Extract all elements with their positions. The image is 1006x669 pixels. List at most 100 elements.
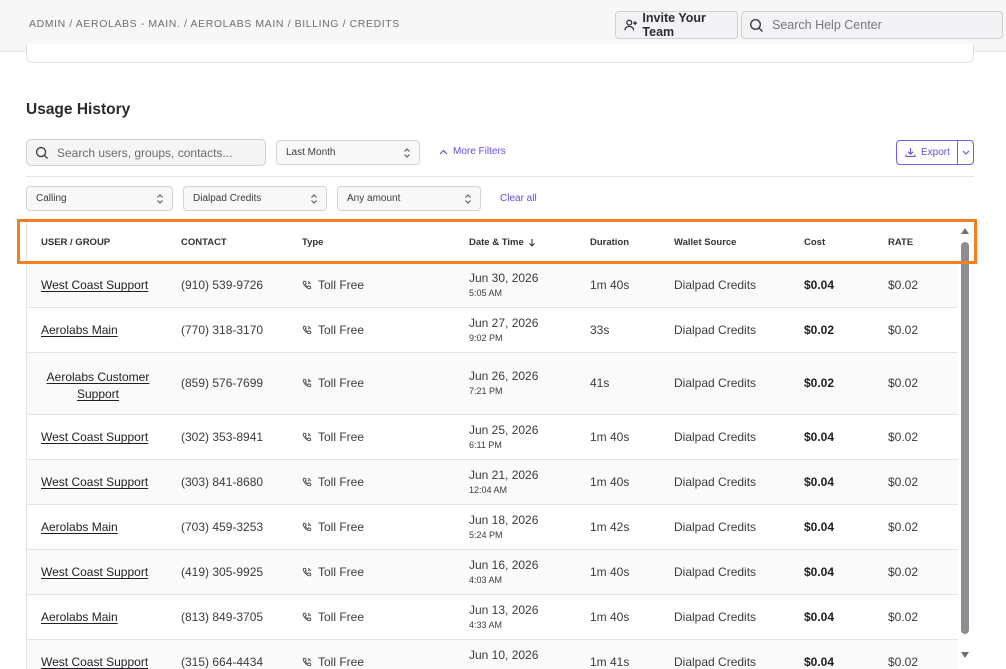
table-row[interactable]: West Coast Support (910) 539-9726 Toll Fre… — [27, 263, 958, 308]
scroll-down-arrow-icon[interactable] — [961, 652, 969, 658]
wallet-source: Dialpad Credits — [674, 323, 757, 337]
call-duration: 1m 40s — [590, 475, 630, 489]
call-cost: $0.04 — [804, 520, 835, 534]
filters-divider — [26, 176, 974, 177]
call-cost: $0.04 — [804, 565, 835, 579]
table-row[interactable]: West Coast Support (419) 305-9925 Toll Fre… — [27, 550, 958, 595]
column-header-wallet[interactable]: Wallet Source — [674, 237, 736, 248]
call-type: Toll Free — [302, 323, 364, 337]
user-group-link[interactable]: West Coast Support — [41, 475, 148, 489]
category-select[interactable]: Calling — [26, 186, 173, 211]
table-row[interactable]: West Coast Support (315) 664-4434 Toll Fre… — [27, 640, 958, 669]
phone-icon — [302, 432, 312, 442]
column-header-cost[interactable]: Cost — [804, 237, 825, 248]
breadcrumb[interactable]: ADMIN / AEROLABS - MAIN. / AEROLABS MAIN… — [29, 18, 400, 30]
phone-icon — [302, 280, 312, 290]
wallet-source: Dialpad Credits — [674, 376, 757, 390]
contact-number: (302) 353-8941 — [181, 430, 264, 444]
call-type: Toll Free — [302, 610, 364, 624]
period-select[interactable]: Last Month — [276, 140, 420, 165]
export-main-button[interactable]: Export — [897, 141, 958, 164]
column-header-contact[interactable]: CONTACT — [181, 237, 227, 248]
chevron-up-icon — [439, 149, 448, 154]
call-rate: $0.02 — [888, 520, 919, 534]
category-select-value: Calling — [36, 193, 67, 204]
table-row[interactable]: Aerolabs Main (770) 318-3170 Toll Free Jun … — [27, 308, 958, 353]
wallet-select-value: Dialpad Credits — [193, 193, 262, 204]
call-type: Toll Free — [302, 565, 364, 579]
call-rate: $0.02 — [888, 655, 919, 669]
call-date: Jun 16, 2026 — [469, 558, 539, 572]
user-group-link[interactable]: West Coast Support — [41, 565, 148, 579]
usage-table: USER / GROUP CONTACT Type Date & Time Du… — [26, 222, 958, 669]
contact-number: (859) 576-7699 — [181, 376, 264, 390]
invite-team-label: Invite Your Team — [642, 11, 706, 39]
user-group-link[interactable]: West Coast Support — [41, 655, 148, 669]
user-group-link[interactable]: West Coast Support — [41, 430, 148, 444]
call-date: Jun 10, 2026 — [469, 648, 539, 662]
call-duration: 33s — [590, 323, 610, 337]
user-group-link[interactable]: Aerolabs Main — [41, 323, 118, 337]
usage-search-placeholder: Search users, groups, contacts... — [57, 145, 233, 160]
scroll-thumb[interactable] — [961, 242, 969, 634]
export-button[interactable]: Export — [896, 140, 974, 165]
call-type: Toll Free — [302, 475, 364, 489]
call-date: Jun 30, 2026 — [469, 271, 539, 285]
column-header-duration[interactable]: Duration — [590, 237, 629, 248]
help-search-input[interactable]: Search Help Center — [741, 11, 1003, 39]
wallet-select[interactable]: Dialpad Credits — [183, 186, 327, 211]
call-rate: $0.02 — [888, 430, 919, 444]
more-filters-link[interactable]: More Filters — [439, 146, 506, 157]
call-type: Toll Free — [302, 655, 364, 669]
column-header-user[interactable]: USER / GROUP — [41, 237, 110, 248]
export-label: Export — [921, 147, 950, 158]
scroll-up-arrow-icon[interactable] — [961, 228, 969, 234]
invite-team-button[interactable]: Invite Your Team — [615, 11, 738, 39]
call-date: Jun 13, 2026 — [469, 603, 539, 617]
export-dropdown-toggle[interactable] — [958, 150, 973, 155]
user-group-link[interactable]: Aerolabs Customer Support — [43, 369, 153, 403]
call-type-label: Toll Free — [318, 655, 365, 669]
table-row[interactable]: Aerolabs Main (703) 459-3253 Toll Free Jun … — [27, 505, 958, 550]
call-type: Toll Free — [302, 520, 364, 534]
call-type-label: Toll Free — [318, 610, 365, 624]
chevron-up-down-icon — [404, 148, 410, 158]
usage-search-input[interactable]: Search users, groups, contacts... — [26, 139, 266, 166]
table-row[interactable]: Aerolabs Main (813) 849-3705 Toll Free Jun … — [27, 595, 958, 640]
phone-icon — [302, 657, 312, 667]
call-time: 12:04 AM — [469, 485, 508, 495]
call-duration: 1m 40s — [590, 565, 630, 579]
date-time: Jun 13, 2026 4:33 AM — [469, 603, 538, 632]
table-row[interactable]: Aerolabs Customer Support (859) 576-7699 T… — [27, 353, 958, 415]
user-group-link[interactable]: West Coast Support — [41, 278, 148, 292]
call-date: Jun 21, 2026 — [469, 468, 539, 482]
user-group-link[interactable]: Aerolabs Main — [41, 520, 118, 534]
amount-select[interactable]: Any amount — [337, 186, 481, 211]
date-time: Jun 27, 2026 9:02 PM — [469, 316, 538, 345]
page-title: Usage History — [26, 101, 131, 118]
call-type-label: Toll Free — [318, 278, 365, 292]
user-group-link[interactable]: Aerolabs Main — [41, 610, 118, 624]
contact-number: (813) 849-3705 — [181, 610, 264, 624]
table-row[interactable]: West Coast Support (303) 841-8680 Toll Fre… — [27, 460, 958, 505]
chevron-up-down-icon — [157, 194, 163, 204]
call-time: 6:11 PM — [469, 440, 502, 450]
column-header-rate[interactable]: RATE — [888, 237, 913, 248]
add-user-icon — [624, 19, 637, 31]
chevron-up-down-icon — [311, 194, 317, 204]
call-time: 5:24 PM — [469, 530, 503, 540]
phone-icon — [302, 378, 312, 388]
call-date: Jun 26, 2026 — [469, 369, 539, 383]
call-rate: $0.02 — [888, 376, 919, 390]
column-header-datetime-label: Date & Time — [469, 237, 524, 248]
table-scrollbar[interactable] — [959, 228, 971, 665]
help-search-placeholder: Search Help Center — [772, 18, 882, 32]
column-header-type[interactable]: Type — [302, 237, 323, 248]
table-row[interactable]: West Coast Support (302) 353-8941 Toll Fre… — [27, 415, 958, 460]
chevron-down-icon — [962, 150, 969, 155]
call-type-label: Toll Free — [318, 520, 365, 534]
call-date: Jun 18, 2026 — [469, 513, 539, 527]
date-time: Jun 16, 2026 4:03 AM — [469, 558, 538, 587]
clear-all-link[interactable]: Clear all — [500, 193, 537, 204]
column-header-datetime[interactable]: Date & Time — [469, 237, 536, 248]
